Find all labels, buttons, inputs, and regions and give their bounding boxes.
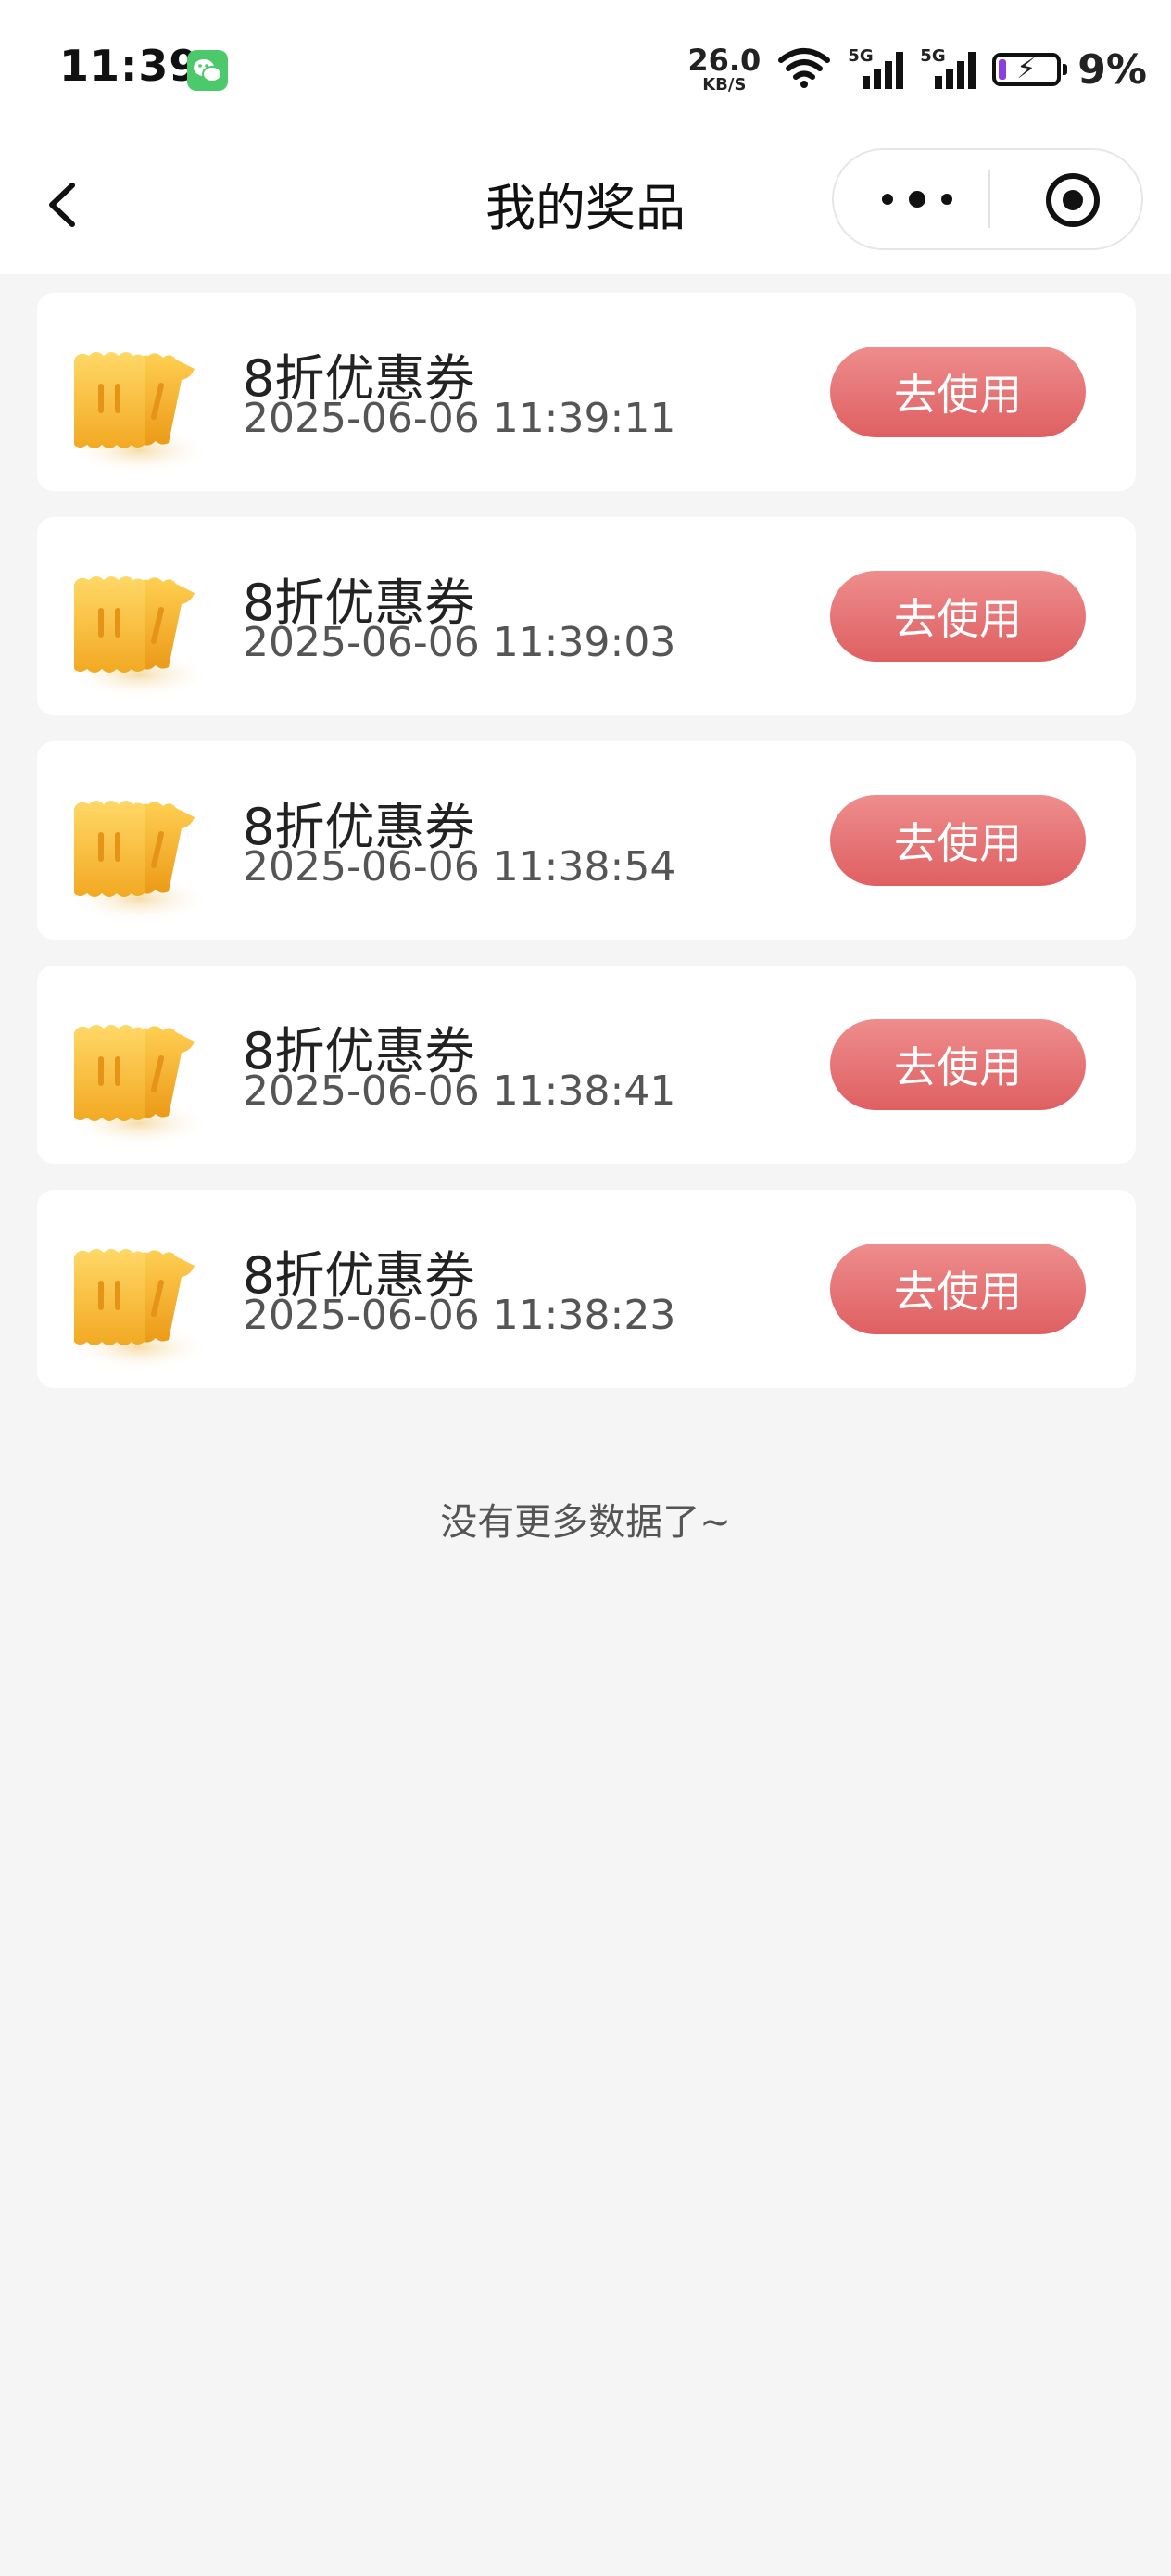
prize-list: 8折优惠券 2025-06-06 11:39:11 去使用 8折优惠券 2025… — [37, 293, 1136, 1414]
coupon-ticket-icon — [65, 565, 215, 704]
charging-bolt-icon: ⚡ — [1016, 53, 1037, 85]
use-coupon-button[interactable]: 去使用 — [830, 347, 1086, 437]
prize-time: 2025-06-06 11:39:11 — [243, 395, 676, 442]
prize-card: 8折优惠券 2025-06-06 11:38:41 去使用 — [37, 966, 1136, 1164]
coupon-ticket-icon — [65, 1238, 215, 1377]
coupon-ticket-icon — [65, 789, 215, 928]
prize-time: 2025-06-06 11:38:54 — [243, 843, 676, 890]
network-speed: 26.0 KB/S — [687, 45, 761, 94]
prize-time: 2025-06-06 11:38:41 — [243, 1067, 676, 1115]
prize-card: 8折优惠券 2025-06-06 11:38:23 去使用 — [37, 1190, 1136, 1388]
battery-icon: ⚡ — [992, 53, 1068, 86]
wechat-icon — [187, 50, 228, 91]
use-coupon-button[interactable]: 去使用 — [830, 795, 1086, 886]
prize-card: 8折优惠券 2025-06-06 11:39:11 去使用 — [37, 293, 1136, 491]
network-speed-unit: KB/S — [702, 75, 747, 95]
battery-level — [999, 59, 1007, 80]
status-indicators: 26.0 KB/S 5G 5G ⚡ 9% — [687, 37, 1147, 102]
capsule-divider — [988, 170, 990, 228]
signal-2-icon: 5G — [920, 46, 976, 93]
status-time: 11:39 — [59, 41, 200, 91]
use-coupon-button[interactable]: 去使用 — [830, 1019, 1086, 1110]
no-more-data-text: 没有更多数据了~ — [440, 1501, 731, 1544]
prize-card: 8折优惠券 2025-06-06 11:39:03 去使用 — [37, 517, 1136, 715]
coupon-ticket-icon — [65, 341, 215, 480]
status-bar: 11:39 26.0 KB/S 5G 5G ⚡ 9% — [0, 0, 1171, 139]
signal-1-icon: 5G — [848, 46, 904, 93]
navigation-bar: 我的奖品 — [0, 139, 1171, 274]
prize-time: 2025-06-06 11:38:23 — [243, 1292, 676, 1339]
more-dots-icon[interactable] — [871, 170, 963, 228]
network-speed-value: 26.0 — [687, 43, 762, 78]
battery-percent: 9% — [1077, 45, 1147, 94]
target-close-icon[interactable] — [1043, 170, 1102, 230]
mini-program-capsule — [832, 148, 1143, 250]
use-coupon-button[interactable]: 去使用 — [830, 571, 1086, 662]
prize-time: 2025-06-06 11:39:03 — [243, 619, 676, 666]
coupon-ticket-icon — [65, 1014, 215, 1153]
prize-card: 8折优惠券 2025-06-06 11:38:54 去使用 — [37, 741, 1136, 940]
wifi-icon — [777, 47, 831, 92]
use-coupon-button[interactable]: 去使用 — [830, 1244, 1086, 1334]
